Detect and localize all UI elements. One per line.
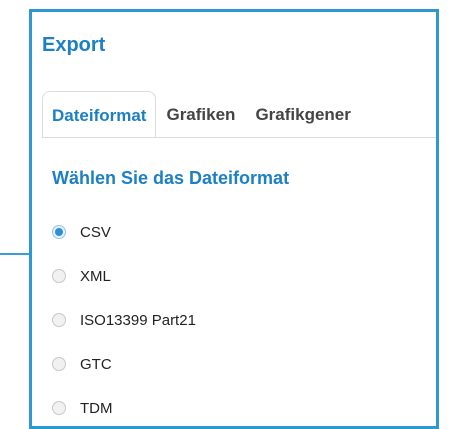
option-csv[interactable]: CSV [52,210,196,254]
tab-content: Wählen Sie das Dateiformat CSV XML ISO13… [42,137,436,426]
radio-button-iso13399[interactable] [52,313,66,327]
option-label-csv: CSV [80,223,111,241]
tab-grafikgenerierung[interactable]: Grafikgener [245,105,360,137]
option-label-iso13399: ISO13399 Part21 [80,311,196,329]
option-iso13399[interactable]: ISO13399 Part21 [52,298,196,342]
panel-title: Export [42,34,106,56]
option-gtc[interactable]: GTC [52,342,196,386]
radio-button-xml[interactable] [52,269,66,283]
tab-dateiformat[interactable]: Dateiformat [42,91,157,138]
radio-button-csv[interactable] [52,225,66,239]
section-title: Wählen Sie das Dateiformat [52,168,290,188]
file-format-options: CSV XML ISO13399 Part21 GTC TDM [52,210,196,426]
callout-connector-line [0,253,30,255]
tab-grafiken[interactable]: Grafiken [156,105,245,137]
radio-selected-dot [55,228,63,236]
option-label-gtc: GTC [80,355,112,373]
radio-button-gtc[interactable] [52,357,66,371]
tab-bar: Dateiformat Grafiken Grafikgener [42,91,436,138]
option-xml[interactable]: XML [52,254,196,298]
option-tdm[interactable]: TDM [52,386,196,426]
radio-button-tdm[interactable] [52,401,66,415]
export-panel: Export Dateiformat Grafiken Grafikgener … [29,9,439,429]
option-label-xml: XML [80,267,111,285]
